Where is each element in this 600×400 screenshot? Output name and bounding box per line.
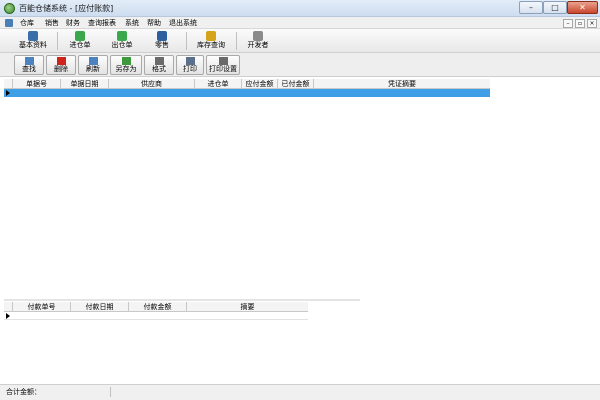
menu-warehouse[interactable]: 仓库 xyxy=(18,18,36,28)
developer-label: 开发者 xyxy=(247,41,269,49)
payables-grid[interactable]: 单据号 单据日期 供应商 进仓单 应付金额 已付金额 凭证摘要 xyxy=(4,79,490,299)
arrows-in-icon xyxy=(75,31,85,41)
printer-icon xyxy=(185,57,195,65)
developer-button[interactable]: 开发者 xyxy=(242,31,274,51)
menu-exit[interactable]: 退出系统 xyxy=(167,18,199,28)
document-icon[interactable] xyxy=(5,19,13,27)
current-row-icon xyxy=(6,313,10,319)
payments-header: 付款单号 付款日期 付款金额 摘要 xyxy=(4,302,308,312)
child-close-button[interactable]: × xyxy=(587,19,597,28)
find-button[interactable]: 查找 xyxy=(14,55,44,75)
col-payment-summary[interactable]: 摘要 xyxy=(187,302,308,312)
print-button[interactable]: 打印 xyxy=(176,55,204,75)
save-as-icon xyxy=(121,57,131,65)
print-label: 打印 xyxy=(183,65,197,73)
row-header-corner xyxy=(4,79,13,89)
menu-sales[interactable]: 销售 xyxy=(43,18,61,28)
col-payment-amount[interactable]: 付款金额 xyxy=(129,302,187,312)
format-icon xyxy=(154,57,164,65)
menu-bar: 仓库 销售 财务 查询报表 系统 帮助 退出系统 – ▫ × xyxy=(0,17,600,29)
refresh-icon xyxy=(88,57,98,65)
close-button[interactable]: ✕ xyxy=(567,1,598,14)
search-box-icon xyxy=(206,31,216,41)
toolbar-separator xyxy=(236,32,237,50)
col-doc-number[interactable]: 单据号 xyxy=(13,79,61,89)
col-payment-date[interactable]: 付款日期 xyxy=(71,302,129,312)
outbound-order-label: 出仓单 xyxy=(111,41,133,49)
print-settings-label: 打印设置 xyxy=(209,65,237,73)
toolbar-separator xyxy=(57,32,58,50)
col-doc-date[interactable]: 单据日期 xyxy=(61,79,109,89)
total-amount-label: 合计金额： xyxy=(6,388,41,396)
status-bar: 合计金额： xyxy=(0,384,600,400)
grid-toolbar: 查找 删除 刷新 另存为 格式 打印 打印设置 xyxy=(0,53,600,77)
refresh-label: 刷新 xyxy=(86,65,100,73)
basic-info-label: 基本资料 xyxy=(19,41,47,49)
retail-label: 零售 xyxy=(155,41,169,49)
save-as-button[interactable]: 另存为 xyxy=(110,55,142,75)
col-payment-number[interactable]: 付款单号 xyxy=(13,302,71,312)
print-settings-button[interactable]: 打印设置 xyxy=(206,55,240,75)
child-restore-button[interactable]: ▫ xyxy=(575,19,585,28)
menu-help[interactable]: 帮助 xyxy=(145,18,163,28)
delete-label: 删除 xyxy=(54,65,68,73)
menu-system[interactable]: 系统 xyxy=(123,18,141,28)
col-amount-paid[interactable]: 已付金额 xyxy=(278,79,314,89)
format-label: 格式 xyxy=(152,65,166,73)
menu-reports[interactable]: 查询报表 xyxy=(86,18,118,28)
cart-icon xyxy=(157,31,167,41)
print-settings-icon xyxy=(218,57,228,65)
inbound-order-button[interactable]: 进仓单 xyxy=(64,31,96,51)
magnifier-icon xyxy=(24,57,34,65)
delete-x-icon xyxy=(56,57,66,65)
current-row-icon xyxy=(6,90,10,96)
app-logo-icon xyxy=(4,3,15,14)
basic-info-button[interactable]: 基本资料 xyxy=(14,31,52,51)
inbound-order-label: 进仓单 xyxy=(69,41,91,49)
refresh-button[interactable]: 刷新 xyxy=(78,55,108,75)
person-icon xyxy=(253,31,263,41)
toolbar-separator xyxy=(186,32,187,50)
col-inbound-order[interactable]: 进仓单 xyxy=(195,79,242,89)
pane-splitter[interactable] xyxy=(4,299,360,301)
table-row[interactable] xyxy=(4,89,490,97)
find-label: 查找 xyxy=(22,65,36,73)
col-voucher-summary[interactable]: 凭证摘要 xyxy=(314,79,490,89)
menu-finance[interactable]: 财务 xyxy=(64,18,82,28)
col-amount-payable[interactable]: 应付金额 xyxy=(242,79,278,89)
table-row[interactable] xyxy=(4,312,308,320)
main-toolbar: 基本资料 进仓单 出仓单 零售 库存查询 开发者 xyxy=(0,29,600,53)
retail-button[interactable]: 零售 xyxy=(148,31,176,51)
info-icon xyxy=(28,31,38,41)
col-supplier[interactable]: 供应商 xyxy=(109,79,195,89)
window-title: 百能仓储系统 - [应付账款] xyxy=(19,4,114,13)
child-minimize-button[interactable]: – xyxy=(563,19,573,28)
maximize-button[interactable]: □ xyxy=(543,1,567,14)
status-separator xyxy=(110,387,111,397)
inventory-query-button[interactable]: 库存查询 xyxy=(192,31,230,51)
arrows-out-icon xyxy=(117,31,127,41)
inventory-query-label: 库存查询 xyxy=(197,41,225,49)
row-header-corner xyxy=(4,302,13,312)
minimize-button[interactable]: – xyxy=(519,1,543,14)
title-bar[interactable]: 百能仓储系统 - [应付账款] – □ ✕ xyxy=(0,0,600,17)
payments-grid[interactable]: 付款单号 付款日期 付款金额 摘要 xyxy=(4,302,308,382)
delete-button[interactable]: 删除 xyxy=(46,55,76,75)
payables-header: 单据号 单据日期 供应商 进仓单 应付金额 已付金额 凭证摘要 xyxy=(4,79,490,89)
format-button[interactable]: 格式 xyxy=(144,55,174,75)
save-as-label: 另存为 xyxy=(115,65,137,73)
outbound-order-button[interactable]: 出仓单 xyxy=(106,31,138,51)
